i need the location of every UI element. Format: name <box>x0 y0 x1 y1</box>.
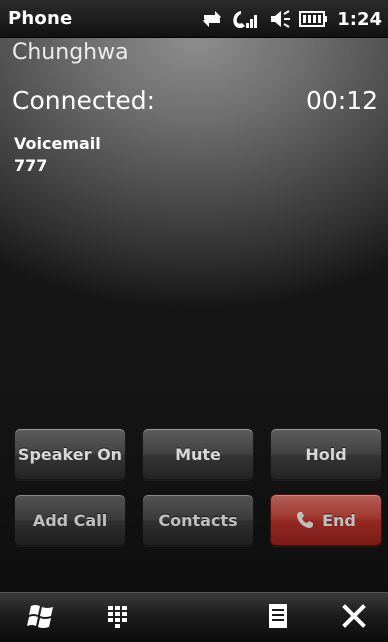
contacts-button-label: Contacts <box>158 510 238 530</box>
signal-icon <box>231 8 261 30</box>
call-status: Connected: <box>12 86 156 115</box>
speaker-button[interactable]: Speaker On <box>14 428 126 480</box>
close-icon <box>341 603 367 633</box>
add-call-button-label: Add Call <box>32 510 108 530</box>
menu-icon <box>268 603 288 633</box>
menu-button[interactable] <box>250 593 306 642</box>
add-call-button[interactable]: Add Call <box>14 494 126 546</box>
call-duration: 00:12 <box>305 86 378 115</box>
keypad-button[interactable] <box>90 593 146 642</box>
close-button[interactable] <box>326 593 382 642</box>
carrier-name: Chunghwa <box>12 40 129 65</box>
contacts-button[interactable]: Contacts <box>142 494 254 546</box>
mute-button-label: Mute <box>175 444 221 464</box>
keypad-icon <box>106 604 130 632</box>
app-title: Phone <box>8 8 73 29</box>
data-transfer-icon <box>201 9 223 29</box>
caller-name: Voicemail <box>14 134 101 153</box>
end-call-button[interactable]: End <box>270 494 382 546</box>
mute-button[interactable]: Mute <box>142 428 254 480</box>
volume-icon <box>269 8 291 30</box>
hold-button[interactable]: Hold <box>270 428 382 480</box>
hold-button-label: Hold <box>305 444 347 464</box>
phone-handset-icon <box>296 511 314 529</box>
status-icons: 1:24 <box>201 6 382 32</box>
call-screen: Chunghwa Connected: 00:12 Voicemail 777 … <box>0 38 388 592</box>
caller-number: 777 <box>14 156 48 175</box>
phone-call-screen: Phone 1:24 Chunghwa Connected: 00:12 Voi… <box>0 0 388 642</box>
clock: 1:24 <box>337 8 382 30</box>
speaker-button-label: Speaker On <box>17 444 123 464</box>
end-call-button-label: End <box>322 510 356 530</box>
bottom-bar <box>0 592 388 642</box>
windows-start-icon <box>27 602 57 634</box>
battery-icon <box>299 10 328 28</box>
status-bar: Phone 1:24 <box>0 0 388 38</box>
windows-start-button[interactable] <box>14 593 70 642</box>
